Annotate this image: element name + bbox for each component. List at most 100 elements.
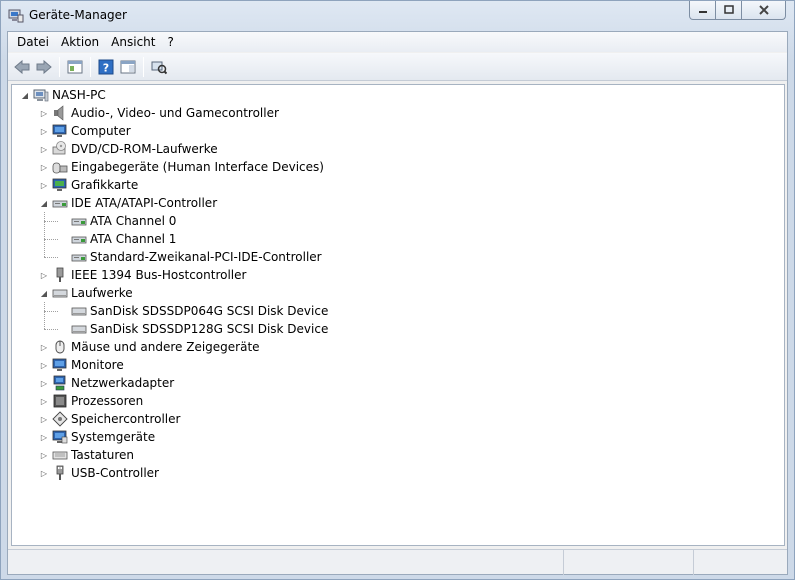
- close-button[interactable]: [742, 1, 786, 20]
- device-tree[interactable]: ◢ NASH-PC ▷ Audio-, Video- und Gamecontro…: [11, 84, 785, 546]
- tree-category[interactable]: ▷ USB-Controller: [39, 464, 159, 482]
- tree-category[interactable]: ▷ Prozessoren: [39, 392, 143, 410]
- tree-category[interactable]: ▷ Audio-, Video- und Gamecontroller: [39, 104, 279, 122]
- expand-icon[interactable]: ▷: [39, 126, 49, 136]
- menu-ansicht[interactable]: Ansicht: [105, 32, 161, 52]
- help-button[interactable]: ?: [95, 56, 117, 78]
- tree-device[interactable]: ATA Channel 0: [58, 212, 176, 230]
- tree-item-label: Grafikkarte: [71, 178, 139, 192]
- collapse-icon[interactable]: ◢: [39, 198, 49, 208]
- status-cell-3: [694, 550, 787, 575]
- expand-icon[interactable]: ▷: [39, 450, 49, 460]
- close-icon: [758, 5, 769, 15]
- tree-item-label: Standard-Zweikanal-PCI-IDE-Controller: [90, 250, 322, 264]
- expand-icon[interactable]: ▷: [39, 432, 49, 442]
- status-bar: [8, 549, 787, 575]
- tree-item-label: Laufwerke: [71, 286, 133, 300]
- expand-icon[interactable]: ▷: [39, 144, 49, 154]
- tree-device[interactable]: Standard-Zweikanal-PCI-IDE-Controller: [58, 248, 322, 266]
- show-hide-console-icon: [120, 60, 136, 73]
- monitor-icon: [52, 358, 67, 371]
- tree-category[interactable]: ▷ Mäuse und andere Zeigegeräte: [39, 338, 260, 356]
- tree-item-label: IDE ATA/ATAPI-Controller: [71, 196, 218, 210]
- tree-category[interactable]: ▷ Systemgeräte: [39, 428, 155, 446]
- display-adapter-icon: [52, 178, 67, 191]
- tree-category[interactable]: ◢ IDE ATA/ATAPI-Controller: [39, 194, 217, 212]
- tree-item-label: USB-Controller: [71, 466, 159, 480]
- expand-icon[interactable]: ▷: [39, 396, 49, 406]
- tree-category[interactable]: ▷ Netzwerkadapter: [39, 374, 174, 392]
- expand-icon[interactable]: ▷: [39, 414, 49, 424]
- tree-device[interactable]: ATA Channel 1: [58, 230, 176, 248]
- svg-text:?: ?: [103, 61, 109, 74]
- tree-category[interactable]: ▷ Speichercontroller: [39, 410, 180, 428]
- expand-icon[interactable]: ▷: [39, 162, 49, 172]
- expand-icon[interactable]: ▷: [39, 468, 49, 478]
- forward-arrow-icon: [36, 59, 52, 74]
- collapse-icon[interactable]: ◢: [20, 90, 30, 100]
- speaker-icon: [54, 105, 64, 121]
- expand-icon[interactable]: ▷: [39, 180, 49, 190]
- tree-device[interactable]: SanDisk SDSSDP128G SCSI Disk Device: [58, 320, 328, 338]
- firewire-icon: [56, 267, 64, 282]
- forward-button[interactable]: [33, 56, 55, 78]
- show-hide-console-button[interactable]: [117, 56, 139, 78]
- tree-guide: [44, 239, 58, 240]
- tree-item-label: SanDisk SDSSDP128G SCSI Disk Device: [90, 322, 329, 336]
- optical-drive-icon: [52, 141, 66, 155]
- expand-icon[interactable]: ▷: [39, 108, 49, 118]
- system-device-icon: [52, 430, 68, 444]
- ide-controller-icon: [71, 218, 87, 226]
- expand-icon[interactable]: ▷: [39, 378, 49, 388]
- tree-root[interactable]: ◢ NASH-PC: [20, 86, 106, 104]
- scan-hardware-button[interactable]: [148, 56, 170, 78]
- tree-root-label: NASH-PC: [52, 88, 106, 102]
- expand-icon[interactable]: ▷: [39, 360, 49, 370]
- tree-item-label: ATA Channel 1: [90, 232, 177, 246]
- tree-item-label: SanDisk SDSSDP064G SCSI Disk Device: [90, 304, 329, 318]
- collapse-icon[interactable]: ◢: [39, 288, 49, 298]
- expand-icon[interactable]: ▷: [39, 342, 49, 352]
- tree-item-label: Netzwerkadapter: [71, 376, 175, 390]
- network-adapter-icon: [53, 375, 66, 391]
- minimize-icon: [698, 11, 707, 13]
- monitor-icon: [52, 124, 67, 137]
- back-button[interactable]: [11, 56, 33, 78]
- toolbar: ?: [8, 53, 787, 81]
- tree-item-label: Mäuse und andere Zeigegeräte: [71, 340, 260, 354]
- device-manager-window: Geräte-Manager Datei Aktion Ansicht ? ? …: [0, 0, 795, 580]
- expand-icon[interactable]: ▷: [39, 270, 49, 280]
- title-bar[interactable]: Geräte-Manager: [1, 1, 794, 31]
- tree-guide: [44, 257, 58, 258]
- tree-category[interactable]: ▷ IEEE 1394 Bus-Hostcontroller: [39, 266, 246, 284]
- tree-item-label: Computer: [71, 124, 131, 138]
- menu-aktion[interactable]: Aktion: [55, 32, 105, 52]
- tree-category[interactable]: ▷ Eingabegeräte (Human Interface Devices): [39, 158, 324, 176]
- tree-device[interactable]: SanDisk SDSSDP064G SCSI Disk Device: [58, 302, 328, 320]
- tree-category[interactable]: ▷ Tastaturen: [39, 446, 134, 464]
- tree-item-label: ATA Channel 0: [90, 214, 177, 228]
- tree-category[interactable]: ▷ Computer: [39, 122, 131, 140]
- tree-item-label: Monitore: [71, 358, 124, 372]
- tree-category[interactable]: ▷ Monitore: [39, 356, 124, 374]
- tree-category[interactable]: ▷ DVD/CD-ROM-Laufwerke: [39, 140, 218, 158]
- disk-drive-icon: [71, 307, 87, 316]
- keyboard-icon: [52, 451, 68, 460]
- tree-item-label: IEEE 1394 Bus-Hostcontroller: [71, 268, 247, 282]
- tree-guide: [44, 311, 58, 312]
- minimize-button[interactable]: [689, 1, 716, 20]
- tree-category[interactable]: ◢ Laufwerke: [39, 284, 133, 302]
- tree-item-label: Audio-, Video- und Gamecontroller: [71, 106, 279, 120]
- client-area: Datei Aktion Ansicht ? ? ◢ NASH-PC ▷ Aud…: [7, 31, 788, 575]
- show-hide-tree-button[interactable]: [64, 56, 86, 78]
- tree-item-label: Speichercontroller: [71, 412, 181, 426]
- help-icon: ?: [98, 59, 114, 74]
- maximize-icon: [723, 5, 734, 14]
- maximize-button[interactable]: [716, 1, 742, 20]
- status-cell-main: [8, 550, 564, 575]
- menu-datei[interactable]: Datei: [11, 32, 55, 52]
- menu-help[interactable]: ?: [161, 32, 179, 52]
- window-title: Geräte-Manager: [29, 8, 127, 22]
- tree-category[interactable]: ▷ Grafikkarte: [39, 176, 138, 194]
- tree-guide: [44, 329, 58, 330]
